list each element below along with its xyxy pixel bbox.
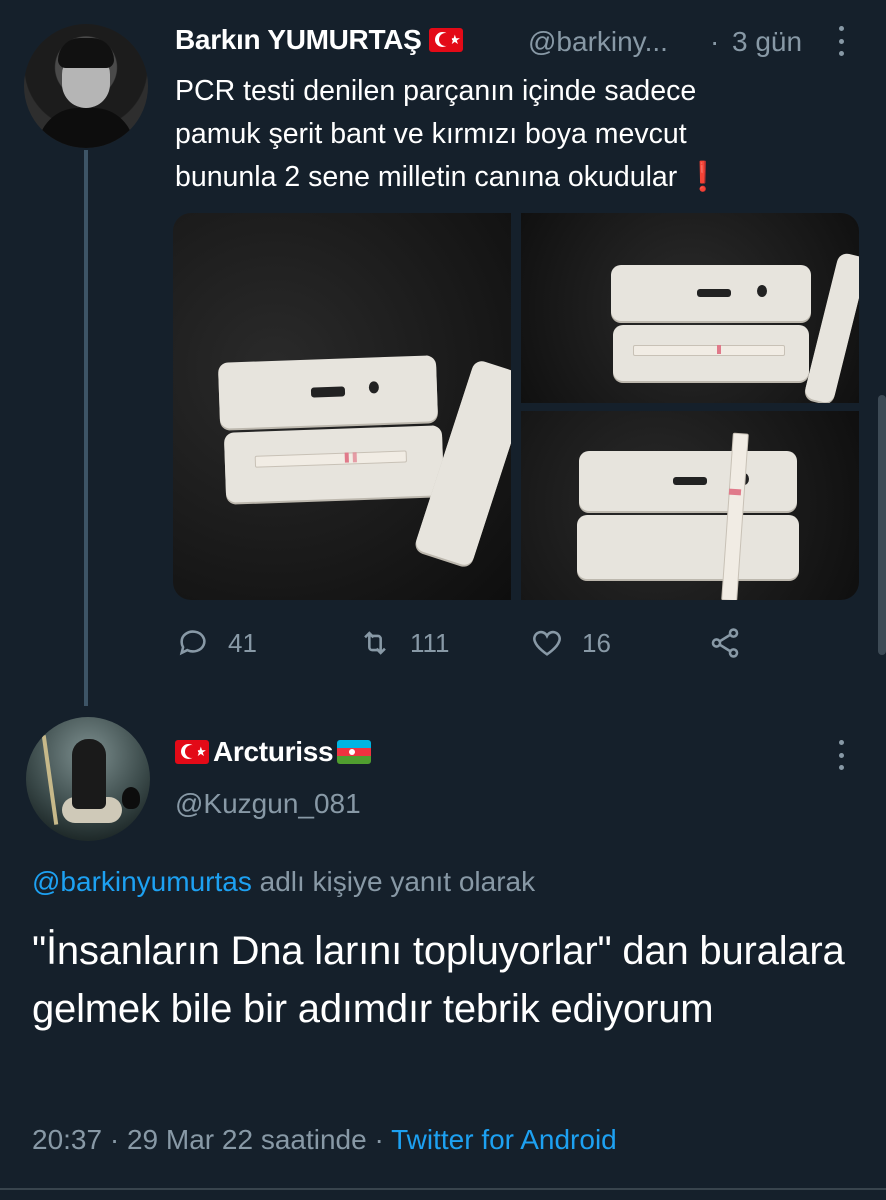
thread-connector-line	[84, 150, 88, 706]
retweet-button[interactable]: 111	[358, 626, 450, 660]
more-options-button[interactable]	[830, 740, 852, 774]
share-icon	[711, 628, 739, 658]
author-handle[interactable]: @Kuzgun_081	[175, 788, 361, 820]
more-options-button[interactable]	[830, 26, 852, 60]
tweet-actions-bar: 41 111 16	[0, 626, 886, 666]
tweet-text: "İnsanların Dna larını topluyorlar" dan …	[32, 929, 845, 1031]
replying-suffix: adlı kişiye yanıt olarak	[251, 866, 536, 897]
author-name-label[interactable]: Arcturiss	[213, 736, 334, 768]
photo-test-kit-3[interactable]	[521, 411, 859, 600]
like-button[interactable]: 16	[530, 626, 611, 660]
scrollbar[interactable]	[878, 395, 886, 655]
tweet-text-line: pamuk şerit bant ve kırmızı boya mevcut	[175, 118, 687, 150]
tweet-time[interactable]: 3 gün	[732, 26, 802, 58]
turkey-flag-icon: ★	[429, 28, 463, 52]
source-app-link[interactable]: Twitter for Android	[391, 1124, 617, 1155]
exclamation-emoji: ❗	[685, 161, 721, 193]
replying-to: @barkinyumurtas adlı kişiye yanıt olarak	[32, 866, 535, 898]
tweet-text-line: bununla 2 sene milletin canına okudular …	[175, 156, 855, 199]
tweet-time[interactable]: 20:37	[32, 1124, 102, 1155]
azerbaijan-flag-icon	[337, 740, 372, 764]
share-button[interactable]	[708, 626, 760, 660]
avatar-arcturiss[interactable]	[26, 717, 150, 841]
author-handle[interactable]: @barkiny...	[528, 26, 668, 58]
tweet-meta: 20:37 · 29 Mar 22 saatinde · Twitter for…	[32, 1124, 617, 1156]
reply-icon	[179, 630, 206, 656]
tweet-text-line-content: bununla 2 sene milletin canına okudular	[175, 161, 678, 193]
separator-dot: ·	[710, 26, 720, 57]
avatar-barkin[interactable]	[24, 24, 148, 148]
divider	[0, 1188, 886, 1190]
reply-button[interactable]: 41	[176, 626, 257, 660]
separator-dot: ·	[366, 1124, 392, 1155]
separator-dot: ·	[102, 1124, 127, 1155]
retweet-icon	[364, 631, 386, 655]
reply-count: 41	[228, 627, 257, 658]
author-name[interactable]: ★ Arcturiss	[175, 736, 372, 768]
author-name[interactable]: Barkın YUMURTAŞ ★	[175, 24, 463, 56]
tweet-text: PCR testi denilen parçanın içinde sadece…	[175, 70, 855, 199]
tweet-text-line: PCR testi denilen parçanın içinde sadece	[175, 75, 697, 107]
more-vertical-icon	[830, 26, 852, 56]
turkey-flag-icon: ★	[175, 740, 209, 764]
more-vertical-icon	[830, 740, 852, 770]
like-count: 16	[582, 627, 611, 658]
photo-test-kit-1[interactable]	[173, 213, 511, 600]
photo-test-kit-2[interactable]	[521, 213, 859, 403]
tweet-date[interactable]: 29 Mar 22 saatinde	[127, 1124, 367, 1155]
heart-icon	[533, 630, 561, 656]
replying-mention-link[interactable]: @barkinyumurtas	[32, 866, 252, 897]
author-name-label[interactable]: Barkın YUMURTAŞ	[175, 24, 422, 55]
tweet-media-grid[interactable]	[173, 213, 859, 600]
retweet-count: 111	[410, 627, 450, 658]
